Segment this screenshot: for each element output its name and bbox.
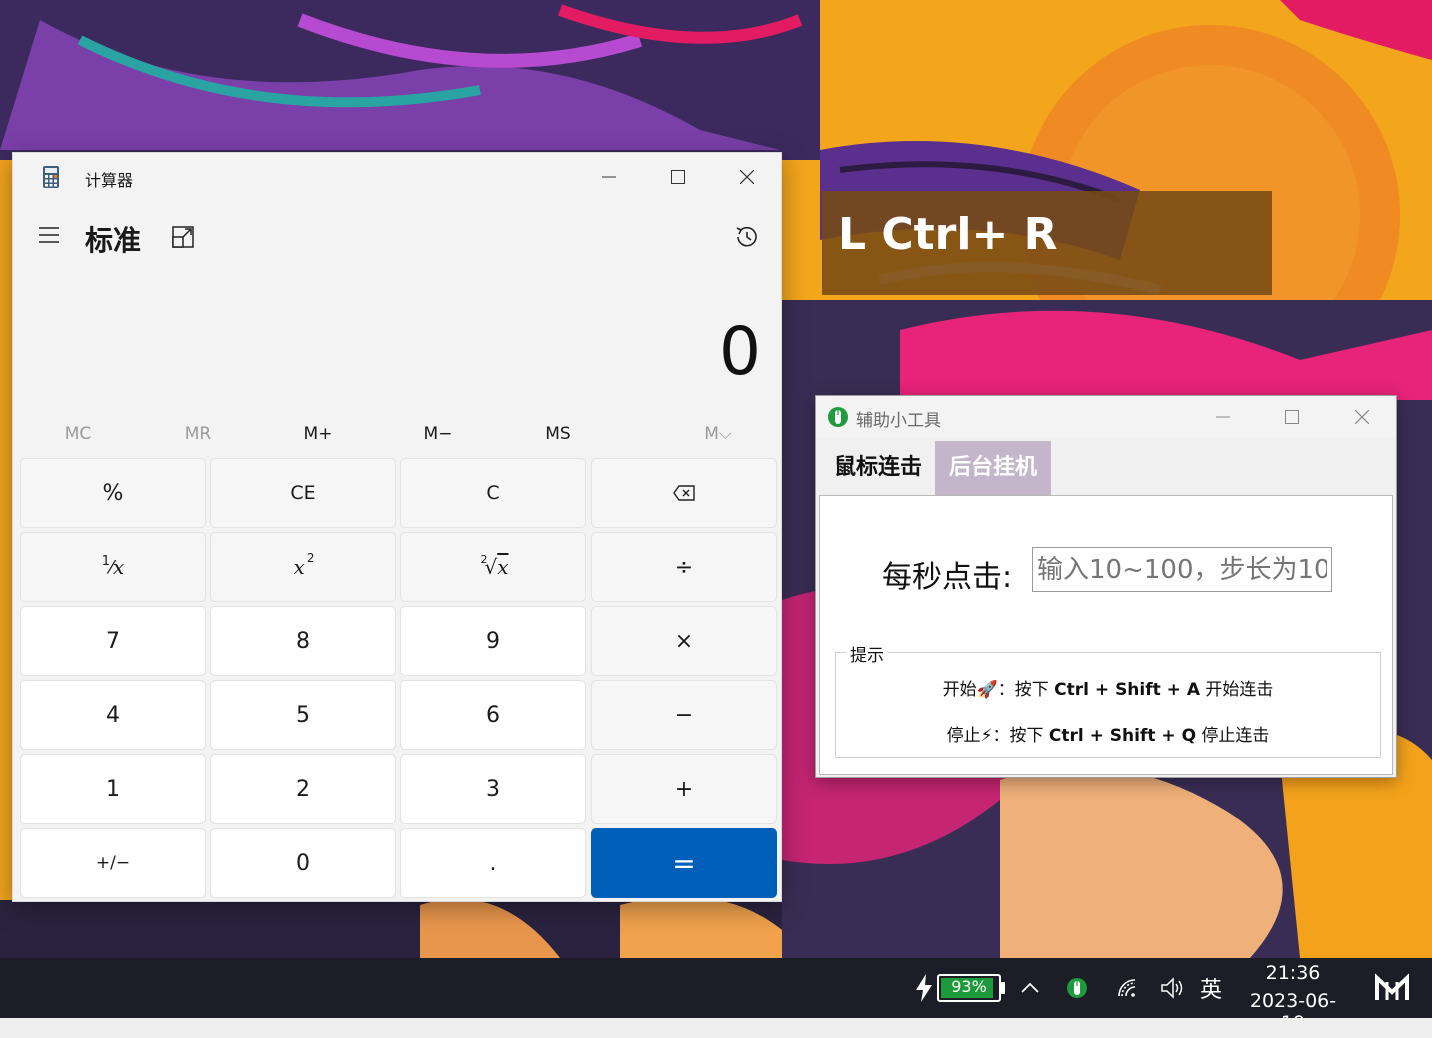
notification-m-icon[interactable] — [1374, 972, 1410, 1004]
helper-titlebar[interactable]: 辅助小工具 — [816, 396, 1396, 438]
close-icon — [740, 170, 754, 184]
history-icon[interactable] — [733, 223, 761, 251]
stop-hint-label: 停止 — [946, 726, 981, 746]
m-plus-button[interactable]: M+ — [263, 419, 373, 449]
multiply-key[interactable]: × — [591, 606, 777, 676]
calculator-title: 计算器 — [85, 171, 134, 190]
chevron-up-icon[interactable] — [1016, 974, 1044, 1002]
reciprocal-numerator: 1 — [101, 553, 110, 569]
tab-mouse-click[interactable]: 鼠标连击 — [820, 441, 937, 495]
stop-hint-suffix: 停止连击 — [1196, 726, 1270, 746]
one-key[interactable]: 1 — [20, 754, 206, 824]
start-hint-suffix: 开始连击 — [1200, 680, 1274, 700]
minimize-icon — [602, 176, 616, 178]
clicks-per-second-input[interactable] — [1032, 547, 1332, 592]
keystroke-overlay: L Ctrl+ R — [822, 191, 1272, 295]
minimize-icon — [1216, 416, 1230, 418]
clicks-per-second-label: 每秒点击: — [882, 560, 1013, 595]
volume-icon[interactable] — [1158, 974, 1186, 1002]
calculator-mode-title: 标准 — [85, 224, 142, 257]
helper-minimize-button[interactable] — [1188, 396, 1258, 438]
charging-icon — [916, 974, 932, 1002]
plus-key[interactable]: + — [591, 754, 777, 824]
helper-maximize-button[interactable] — [1257, 396, 1327, 438]
close-button[interactable] — [713, 153, 781, 201]
helper-close-button[interactable] — [1327, 396, 1397, 438]
calculator-window: 计算器 标准 0 MC MR M+ M− MS M⌵ % CE C 1 ⁄ x … — [12, 152, 782, 902]
root-radicand: x — [497, 555, 509, 579]
square-exponent: 2 — [306, 551, 315, 565]
battery-percent-text: 93% — [951, 977, 987, 996]
start-hint-mid: ：按下 — [997, 680, 1055, 700]
mc-button[interactable]: MC — [23, 419, 133, 449]
clear-entry-key[interactable]: CE — [210, 458, 396, 528]
calculator-header: 标准 — [13, 213, 781, 261]
stop-hint-mid: ：按下 — [992, 726, 1049, 746]
clock-time[interactable]: 21:36 — [1240, 962, 1346, 984]
helper-tool-window: 辅助小工具 鼠标连击 后台挂机 每秒点击: 提示 开始🚀：按下 Ctrl + S… — [815, 395, 1397, 778]
three-key[interactable]: 3 — [400, 754, 586, 824]
zero-key[interactable]: 0 — [210, 828, 396, 898]
nine-key[interactable]: 9 — [400, 606, 586, 676]
eight-key[interactable]: 8 — [210, 606, 396, 676]
reciprocal-denominator: x — [113, 555, 125, 579]
clear-key[interactable]: C — [400, 458, 586, 528]
keystroke-overlay-text: L Ctrl+ R — [838, 209, 1058, 260]
input-language-indicator[interactable]: 英 — [1200, 972, 1222, 1004]
helper-app-icon — [828, 407, 848, 427]
start-hint: 开始🚀：按下 Ctrl + Shift + A 开始连击 — [836, 675, 1380, 700]
taskbar: 93% 英 21:36 2023-06-19 — [0, 958, 1432, 1034]
helper-tab-bar: 鼠标连击 后台挂机 — [816, 441, 1396, 495]
battery-tip — [1001, 982, 1005, 994]
memory-row: MC MR M+ M− MS M⌵ — [13, 419, 781, 449]
equals-key[interactable]: = — [591, 828, 777, 898]
helper-tray-icon[interactable] — [1063, 974, 1091, 1002]
square-base: x — [293, 555, 305, 579]
rocket-icon: 🚀 — [976, 680, 998, 700]
root-index: 2 — [480, 552, 488, 566]
two-key[interactable]: 2 — [210, 754, 396, 824]
bottom-strip — [0, 1018, 1432, 1038]
helper-title: 辅助小工具 — [856, 411, 941, 431]
decimal-key[interactable]: . — [400, 828, 586, 898]
square-root-key[interactable]: 2 √ x — [400, 532, 586, 602]
maximize-button[interactable] — [644, 153, 712, 201]
start-hotkey: Ctrl + Shift + A — [1054, 680, 1200, 700]
stop-hotkey: Ctrl + Shift + Q — [1048, 726, 1197, 746]
lightning-icon: ⚡ — [980, 726, 993, 746]
mr-button[interactable]: MR — [143, 419, 253, 449]
backspace-key[interactable] — [591, 458, 777, 528]
keep-on-top-icon[interactable] — [171, 225, 195, 249]
reciprocal-key[interactable]: 1 ⁄ x — [20, 532, 206, 602]
battery-indicator[interactable]: 93% — [937, 974, 1001, 1002]
close-icon — [1355, 410, 1369, 424]
tips-title: 提示 — [846, 641, 888, 666]
calculator-display: 0 — [719, 313, 761, 390]
five-key[interactable]: 5 — [210, 680, 396, 750]
six-key[interactable]: 6 — [400, 680, 586, 750]
ms-button[interactable]: MS — [503, 419, 613, 449]
minus-key[interactable]: − — [591, 680, 777, 750]
divide-key[interactable]: ÷ — [591, 532, 777, 602]
square-key[interactable]: x2 — [210, 532, 396, 602]
m-minus-button[interactable]: M− — [383, 419, 493, 449]
calculator-app-icon — [43, 166, 59, 188]
percent-key[interactable]: % — [20, 458, 206, 528]
tab-background-idle[interactable]: 后台挂机 — [935, 441, 1052, 495]
negate-key[interactable]: +/− — [20, 828, 206, 898]
seven-key[interactable]: 7 — [20, 606, 206, 676]
wifi-icon[interactable] — [1113, 974, 1141, 1002]
tips-group: 提示 开始🚀：按下 Ctrl + Shift + A 开始连击 停止⚡：按下 C… — [835, 641, 1381, 758]
minimize-button[interactable] — [575, 153, 643, 201]
maximize-icon — [671, 170, 685, 184]
memory-list-button[interactable]: M⌵ — [663, 419, 773, 449]
stop-hint: 停止⚡：按下 Ctrl + Shift + Q 停止连击 — [836, 721, 1380, 746]
start-hint-label: 开始 — [942, 680, 977, 700]
hamburger-icon[interactable] — [37, 223, 61, 247]
calculator-titlebar[interactable]: 计算器 — [13, 153, 781, 201]
maximize-icon — [1285, 410, 1299, 424]
backspace-icon — [673, 485, 695, 501]
mouse-click-panel: 每秒点击: 提示 开始🚀：按下 Ctrl + Shift + A 开始连击 停止… — [819, 495, 1393, 775]
four-key[interactable]: 4 — [20, 680, 206, 750]
